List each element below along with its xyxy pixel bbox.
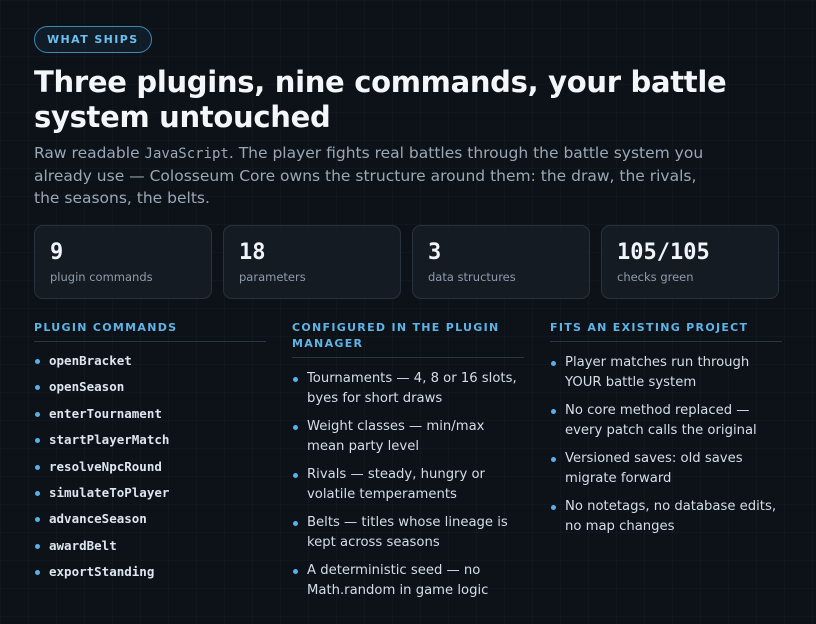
feature-columns: PLUGIN COMMANDS openBracket openSeason e… <box>34 320 782 601</box>
existing-project-fit-column: FITS AN EXISTING PROJECT Player matches … <box>550 320 782 601</box>
lede-text-1: Raw readable <box>34 144 145 162</box>
list-item: enterTournament <box>34 405 266 423</box>
stat-label: data structures <box>428 270 516 284</box>
fit-list: Player matches run through YOUR battle s… <box>550 353 782 537</box>
list-item: A deterministic seed — no Math.random in… <box>292 561 524 601</box>
what-ships-section: WHAT SHIPS Three plugins, nine commands,… <box>34 26 784 598</box>
list-item: Tournaments — 4, 8 or 16 slots, byes for… <box>292 369 524 409</box>
bullet-dot-icon <box>35 543 40 549</box>
stat-label: parameters <box>239 270 306 284</box>
bullet-dot-icon <box>35 385 40 391</box>
section-title: Three plugins, nine commands, your battl… <box>34 65 727 134</box>
command-name: resolveNpcRound <box>49 458 162 474</box>
stat-card-commands: 9 plugin commands <box>34 225 212 299</box>
stat-value: 9 <box>50 240 64 265</box>
bullet-dot-icon <box>551 361 556 366</box>
list-item: advanceSeason <box>34 510 266 528</box>
command-name: simulateToPlayer <box>49 484 170 500</box>
bullet-dot-icon <box>293 425 298 430</box>
list-item: No core method replaced — every patch ca… <box>550 401 782 441</box>
bullet-dot-icon <box>293 569 298 574</box>
column-heading: PLUGIN COMMANDS <box>34 320 266 342</box>
list-item-text: Belts — titles whose lineage is kept acr… <box>307 515 508 550</box>
list-item: exportStanding <box>34 563 266 581</box>
bullet-dot-icon <box>35 570 40 576</box>
command-name: openBracket <box>49 353 132 368</box>
stat-card-data-structures: 3 data structures <box>412 225 590 299</box>
list-item: Belts — titles whose lineage is kept acr… <box>292 513 524 553</box>
column-heading: FITS AN EXISTING PROJECT <box>550 320 782 342</box>
bullet-dot-icon <box>293 521 298 526</box>
stat-value: 105/105 <box>617 240 710 265</box>
command-name: enterTournament <box>49 405 162 421</box>
bullet-dot-icon <box>35 438 40 444</box>
list-item: Player matches run through YOUR battle s… <box>550 353 782 393</box>
list-item: Rivals — steady, hungry or volatile temp… <box>292 465 524 505</box>
stat-value: 18 <box>239 240 266 265</box>
command-name: openSeason <box>49 379 125 395</box>
command-name: awardBelt <box>49 537 117 553</box>
command-name: exportStanding <box>49 564 155 580</box>
bullet-dot-icon <box>551 505 556 510</box>
list-item-text: No core method replaced — every patch ca… <box>565 403 757 438</box>
bullet-dot-icon <box>35 359 40 364</box>
command-list: openBracket openSeason enterTournament s… <box>34 352 266 581</box>
bullet-dot-icon <box>293 377 298 382</box>
bullet-dot-icon <box>35 411 40 417</box>
stat-label: checks green <box>617 270 694 284</box>
list-item: openBracket <box>34 352 266 370</box>
command-name: startPlayerMatch <box>49 432 170 448</box>
bullet-dot-icon <box>551 409 556 414</box>
plugin-manager-config-column: CONFIGURED IN THE PLUGIN MANAGER Tournam… <box>292 320 524 601</box>
section-lede: Raw readable JavaScript. The player figh… <box>34 142 704 209</box>
list-item: Weight classes — min/max mean party leve… <box>292 417 524 457</box>
stat-value: 3 <box>428 240 442 265</box>
config-list: Tournaments — 4, 8 or 16 slots, byes for… <box>292 369 524 601</box>
bullet-dot-icon <box>35 517 40 523</box>
bullet-dot-icon <box>35 490 40 496</box>
list-item-text: Tournaments — 4, 8 or 16 slots, byes for… <box>307 371 517 406</box>
stats-row: 9 plugin commands 18 parameters 3 data s… <box>34 225 779 299</box>
column-heading: CONFIGURED IN THE PLUGIN MANAGER <box>292 320 524 358</box>
bullet-dot-icon <box>35 464 40 470</box>
list-item: Versioned saves: old saves migrate forwa… <box>550 449 782 489</box>
stat-card-checks: 105/105 checks green <box>601 225 779 299</box>
list-item-text: Weight classes — min/max mean party leve… <box>307 419 485 454</box>
command-name: advanceSeason <box>49 511 147 527</box>
list-item: resolveNpcRound <box>34 458 266 476</box>
stat-card-parameters: 18 parameters <box>223 225 401 299</box>
bullet-dot-icon <box>293 473 298 478</box>
stat-label: plugin commands <box>50 270 153 284</box>
list-item: openSeason <box>34 378 266 396</box>
list-item-text: No notetags, no database edits, no map c… <box>565 499 777 534</box>
list-item: startPlayerMatch <box>34 431 266 449</box>
list-item: awardBelt <box>34 537 266 555</box>
plugin-commands-column: PLUGIN COMMANDS openBracket openSeason e… <box>34 320 266 601</box>
list-item-text: Player matches run through YOUR battle s… <box>565 355 750 390</box>
list-item-text: Versioned saves: old saves migrate forwa… <box>565 451 743 486</box>
list-item-text: A deterministic seed — no Math.random in… <box>307 563 489 598</box>
list-item: simulateToPlayer <box>34 484 266 502</box>
bullet-dot-icon <box>551 457 556 462</box>
list-item: No notetags, no database edits, no map c… <box>550 497 782 537</box>
section-eyebrow-badge: WHAT SHIPS <box>34 26 152 53</box>
list-item-text: Rivals — steady, hungry or volatile temp… <box>307 467 485 502</box>
lede-code-term: JavaScript <box>144 146 229 162</box>
